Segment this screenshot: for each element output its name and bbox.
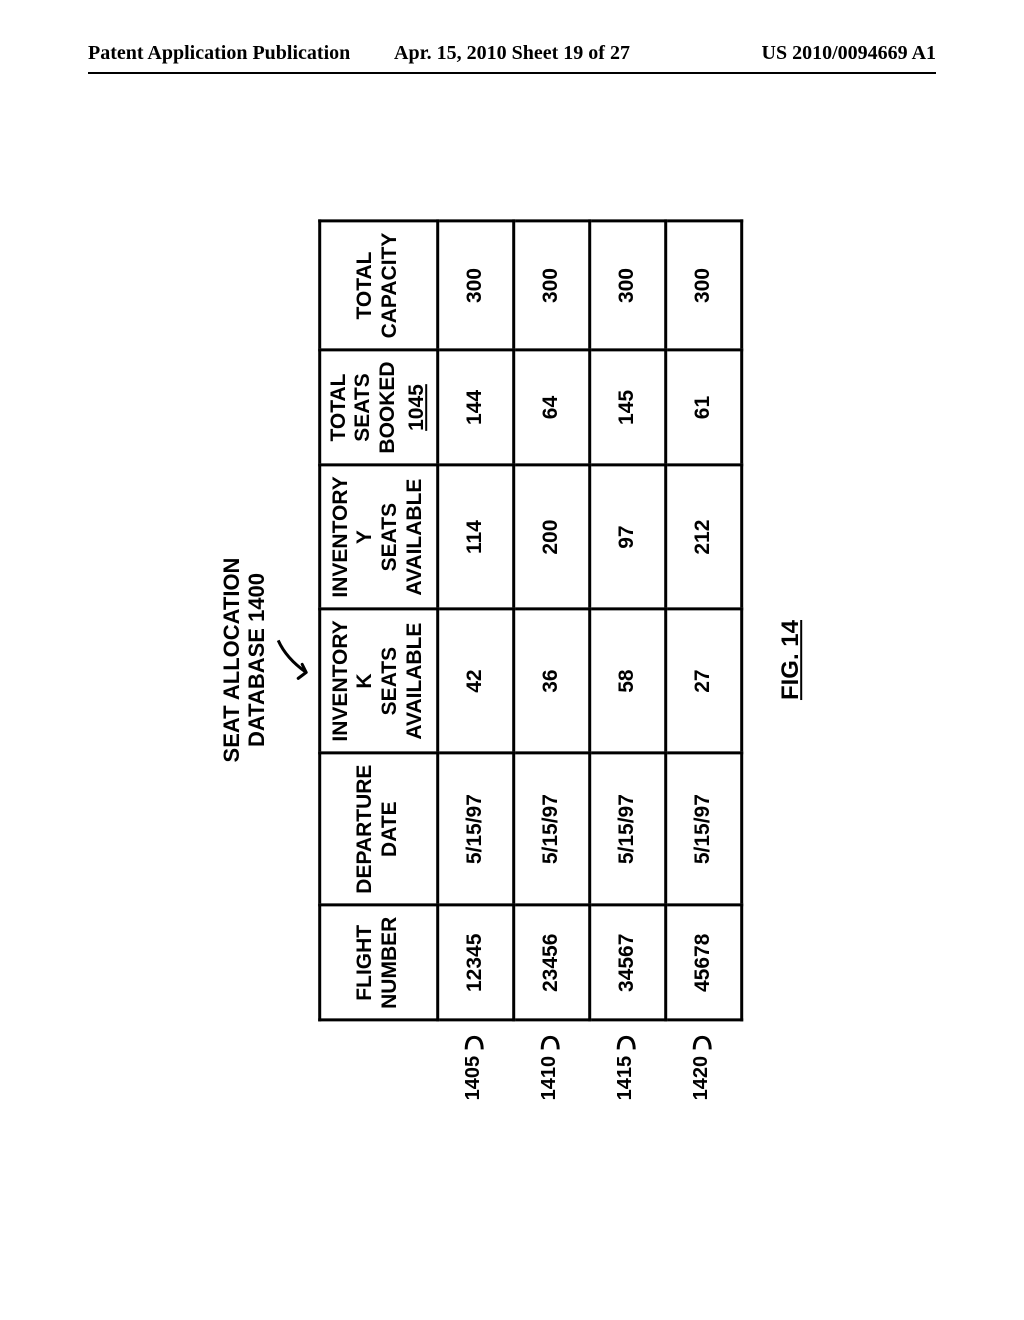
seat-allocation-table: FLIGHT NUMBER DEPARTURE DATE INVENTORY K… [318,220,743,1022]
figure-wrap: SEAT ALLOCATION DATABASE 1400 1405 1410 [219,220,805,1101]
table-row: 45678 5/15/97 27 212 61 300 [665,221,741,1020]
header-rule [88,72,936,74]
col-booked-ref: 1045 [405,384,430,431]
cell-flight: 12345 [437,905,513,1020]
cell-capacity: 300 [665,221,741,350]
cell-capacity: 300 [513,221,589,350]
figure-title: SEAT ALLOCATION DATABASE 1400 [219,558,270,763]
cell-invy: 114 [437,465,513,609]
brace-icon [690,1030,714,1054]
hdr-text: SEATS [378,621,403,742]
table-header-row: FLIGHT NUMBER DEPARTURE DATE INVENTORY K… [319,221,437,1020]
cell-invy: 97 [589,465,665,609]
figure-title-line2: DATABASE 1400 [245,573,270,747]
hdr-text: SEATS [378,477,403,598]
cell-booked: 145 [589,350,665,465]
table-area: 1405 1410 1415 [318,220,743,1101]
col-booked-header: TOTAL SEATS BOOKED 1045 [319,350,437,465]
page-header: Patent Application Publication Apr. 15, … [0,42,1024,71]
figure-content: SEAT ALLOCATION DATABASE 1400 1405 1410 [219,220,805,1101]
col-invy-header: INVENTORY Y SEATS AVAILABLE [319,465,437,609]
cell-flight: 34567 [589,905,665,1020]
leader-arrow-icon [276,630,314,690]
header-sheet-info: Apr. 15, 2010 Sheet 19 of 27 [371,42,654,65]
cell-capacity: 300 [589,221,665,350]
cell-date: 5/15/97 [589,753,665,905]
table-row: 12345 5/15/97 42 114 144 300 [437,221,513,1020]
hdr-text: INVENTORY K [329,621,379,742]
cell-flight: 45678 [665,905,741,1020]
row-ref-text: 1405 [462,1056,485,1101]
row-label-spacer [318,1030,436,1101]
cell-booked: 61 [665,350,741,465]
hdr-text: CAPACITY [378,233,403,339]
cell-invk: 58 [589,609,665,753]
cell-capacity: 300 [437,221,513,350]
cell-booked: 64 [513,350,589,465]
row-reference-labels: 1405 1410 1415 [318,1030,740,1101]
hdr-text: BOOKED [376,361,401,453]
cell-invy: 212 [665,465,741,609]
table-row: 34567 5/15/97 58 97 145 300 [589,221,665,1020]
header-publication: Patent Application Publication [88,42,371,65]
hdr-text: DATE [378,765,403,894]
brace-icon [614,1030,638,1054]
hdr-text: DEPARTURE [354,765,379,894]
col-invk-header: INVENTORY K SEATS AVAILABLE [319,609,437,753]
brace-icon [462,1030,486,1054]
col-capacity-header: TOTAL CAPACITY [319,221,437,350]
hdr-text: FLIGHT NUMBER [354,917,404,1009]
hdr-text: AVAILABLE [403,477,428,598]
col-flight-header: FLIGHT NUMBER [319,905,437,1020]
brace-icon [538,1030,562,1054]
cell-flight: 23456 [513,905,589,1020]
figure-caption: FIG. 14 [777,620,805,700]
row-ref-1405: 1405 [436,1030,512,1101]
hdr-text: TOTAL [354,233,379,339]
cell-invy: 200 [513,465,589,609]
cell-invk: 42 [437,609,513,753]
cell-date: 5/15/97 [513,753,589,905]
figure-title-line1: SEAT ALLOCATION [219,558,244,763]
row-ref-text: 1420 [690,1056,713,1101]
cell-invk: 36 [513,609,589,753]
table-row: 23456 5/15/97 36 200 64 300 [513,221,589,1020]
hdr-text: INVENTORY Y [329,477,379,598]
hdr-text: TOTAL SEATS [327,361,377,453]
col-date-header: DEPARTURE DATE [319,753,437,905]
cell-booked: 144 [437,350,513,465]
row-ref-1420: 1420 [664,1030,740,1101]
header-doc-number: US 2010/0094669 A1 [653,42,936,65]
hdr-text: AVAILABLE [403,621,428,742]
cell-date: 5/15/97 [437,753,513,905]
row-ref-1415: 1415 [588,1030,664,1101]
cell-invk: 27 [665,609,741,753]
row-ref-text: 1415 [614,1056,637,1101]
cell-date: 5/15/97 [665,753,741,905]
row-ref-1410: 1410 [512,1030,588,1101]
row-ref-text: 1410 [538,1056,561,1101]
